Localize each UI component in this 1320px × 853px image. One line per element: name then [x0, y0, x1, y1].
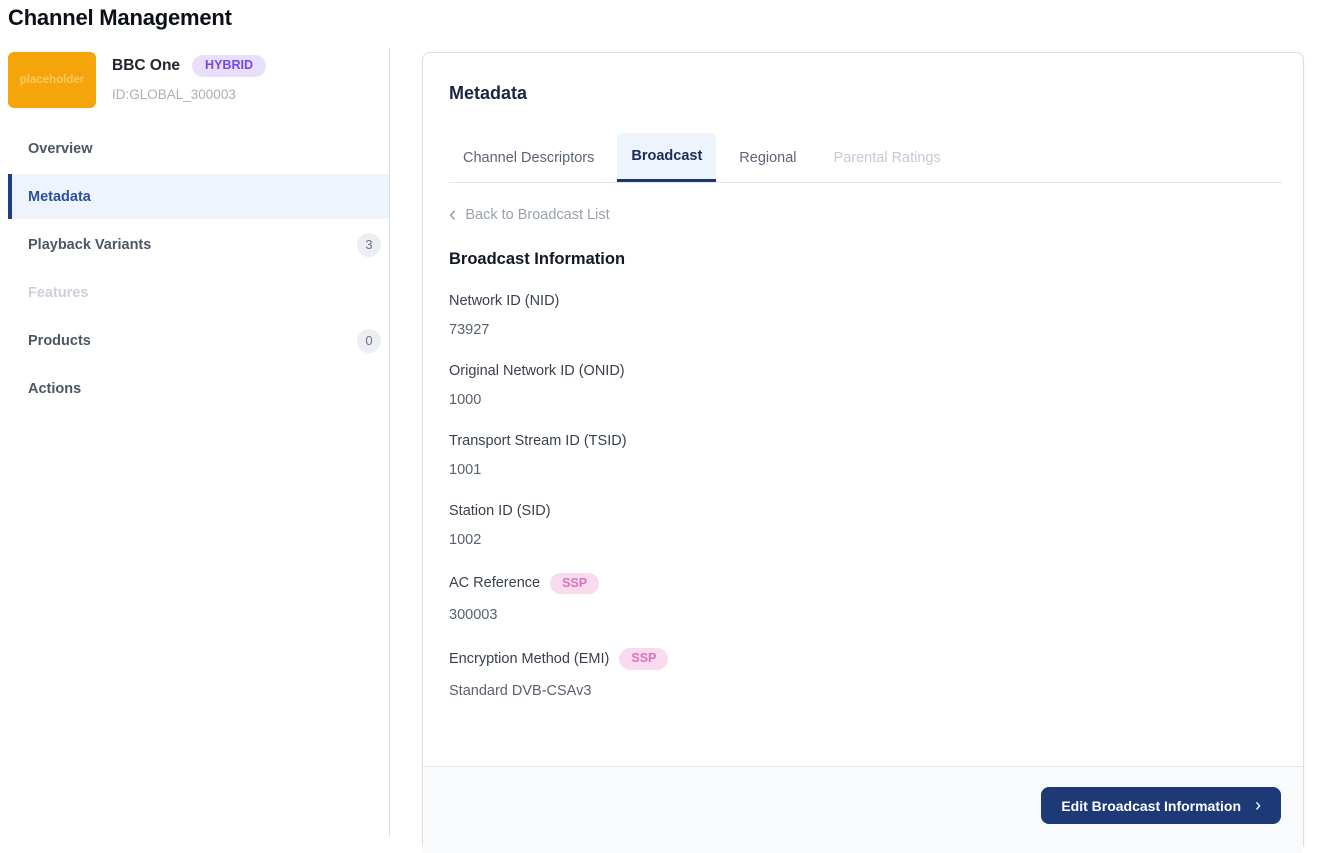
sidebar-count-badge: 3	[357, 232, 381, 257]
sidebar-item[interactable]: Playback Variants 3	[8, 222, 389, 267]
sidebar-count-badge: 0	[357, 328, 381, 353]
channel-meta: BBC One HYBRID ID:GLOBAL_300003	[112, 52, 266, 108]
back-link-label: Back to Broadcast List	[465, 207, 610, 223]
field-label: AC Reference	[449, 575, 541, 592]
sidebar-item[interactable]: Products 0	[8, 318, 389, 363]
sidebar-item-label: Actions	[28, 380, 82, 397]
card-footer: Edit Broadcast Information ›	[423, 766, 1303, 853]
field-label: Original Network ID (ONID)	[449, 362, 625, 379]
sidebar-item[interactable]: Metadata	[8, 174, 389, 219]
channel-logo-placeholder-text: placeholder	[19, 74, 85, 86]
field-value: Standard DVB-CSAv3	[449, 683, 592, 699]
field-group: AC Reference SSP 300003	[449, 572, 1277, 624]
channel-type-badge: HYBRID	[192, 55, 266, 77]
field-label: Network ID (NID)	[449, 292, 560, 309]
page-title: Channel Management	[8, 5, 232, 30]
sidebar-nav: Overview Metadata Playback Variants 3 Fe…	[0, 126, 389, 414]
field-value: 300003	[449, 607, 498, 624]
sidebar-item-label: Playback Variants	[28, 236, 152, 253]
tab-bar: Channel Descriptors Broadcast Regional P…	[449, 133, 1282, 183]
tab[interactable]: Regional	[725, 133, 810, 182]
sidebar-item-label: Metadata	[28, 188, 91, 205]
sidebar-item-label: Features	[28, 284, 89, 301]
sidebar-item-label: Overview	[28, 140, 93, 157]
channel-name: BBC One	[112, 56, 181, 74]
tab-label: Regional	[739, 149, 797, 166]
sidebar-item-label: Products	[28, 332, 91, 349]
metadata-card: Metadata Channel Descriptors Broadcast R…	[422, 52, 1304, 853]
field-group: Station ID (SID) 1002	[449, 503, 1277, 548]
field-label: Station ID (SID)	[449, 502, 551, 519]
field-label: Transport Stream ID (TSID)	[449, 432, 627, 449]
tab-label: Channel Descriptors	[463, 149, 595, 166]
channel-logo: placeholder	[8, 52, 96, 108]
field-group: Original Network ID (ONID) 1000	[449, 363, 1277, 408]
field-value: 1000	[449, 391, 482, 408]
broadcast-tab-content: ‹ Back to Broadcast List Broadcast Infor…	[449, 183, 1277, 724]
field-label: Encryption Method (EMI)	[449, 651, 610, 668]
field-group: Encryption Method (EMI) SSP Standard DVB…	[449, 648, 1277, 699]
chevron-left-icon: ‹	[449, 200, 457, 226]
channel-header: placeholder BBC One HYBRID ID:GLOBAL_300…	[0, 48, 389, 108]
sidebar: placeholder BBC One HYBRID ID:GLOBAL_300…	[0, 48, 390, 836]
field-value: 1001	[449, 461, 482, 478]
chevron-right-icon: ›	[1255, 794, 1261, 815]
sidebar-item[interactable]: Overview	[8, 126, 389, 171]
edit-button-label: Edit Broadcast Information	[1061, 797, 1241, 814]
tab[interactable]: Broadcast	[617, 133, 717, 182]
tab-label: Parental Ratings	[833, 149, 941, 166]
channel-id: ID:GLOBAL_300003	[112, 86, 236, 102]
sidebar-item[interactable]: Features	[8, 270, 389, 315]
tab-label: Broadcast	[631, 148, 703, 164]
card-title: Metadata	[449, 83, 528, 103]
field-value: 1002	[449, 531, 482, 548]
section-title: Broadcast Information	[449, 249, 626, 268]
field-list: Network ID (NID) 73927 Original Network …	[449, 293, 1277, 699]
ssp-badge: SSP	[619, 648, 669, 670]
field-value: 73927	[449, 321, 490, 338]
field-group: Network ID (NID) 73927	[449, 293, 1277, 338]
field-group: Transport Stream ID (TSID) 1001	[449, 433, 1277, 478]
tab[interactable]: Parental Ratings	[820, 133, 955, 182]
back-to-broadcast-list-link[interactable]: ‹ Back to Broadcast List	[449, 200, 610, 226]
sidebar-item[interactable]: Actions	[8, 366, 389, 411]
tab[interactable]: Channel Descriptors	[449, 133, 608, 182]
edit-broadcast-information-button[interactable]: Edit Broadcast Information ›	[1041, 787, 1281, 824]
ssp-badge: SSP	[550, 572, 600, 595]
